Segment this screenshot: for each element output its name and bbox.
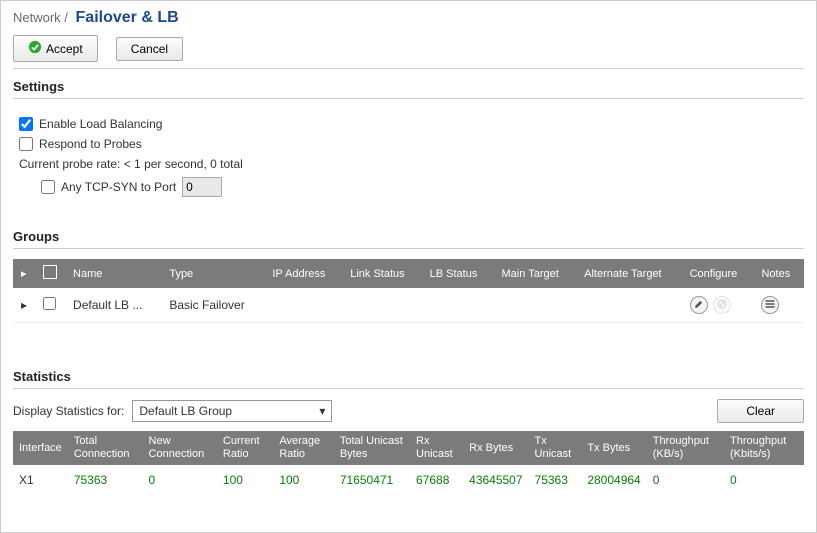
cell-configure (682, 288, 754, 323)
enable-lb-row: Enable Load Balancing (19, 117, 798, 131)
col-tp-kbits: Throughput (Kbits/s) (724, 431, 804, 465)
col-avg-ratio: Average Ratio (273, 431, 334, 465)
cell-name: Default LB ... (65, 288, 161, 323)
cell-total-uni: 71650471 (334, 465, 410, 495)
settings-heading: Settings (13, 79, 804, 99)
col-configure: Configure (682, 259, 754, 288)
respond-probes-checkbox[interactable] (19, 137, 33, 151)
statistics-heading: Statistics (13, 369, 804, 389)
stats-table: Interface Total Connection New Connectio… (13, 431, 804, 495)
clear-label: Clear (746, 404, 775, 418)
cell-lb (422, 288, 494, 323)
row-expand[interactable]: ▸ (13, 288, 35, 323)
cell-rx-bytes: 43645507 (463, 465, 528, 495)
stats-header-row: Interface Total Connection New Connectio… (13, 431, 804, 465)
col-lb-status: LB Status (422, 259, 494, 288)
col-name: Name (65, 259, 161, 288)
notes-button[interactable] (761, 296, 779, 314)
cell-tp-kb: 0 (647, 465, 724, 495)
cell-cur-ratio: 100 (217, 465, 273, 495)
cell-alt (576, 288, 681, 323)
enable-lb-checkbox[interactable] (19, 117, 33, 131)
col-link-status: Link Status (342, 259, 421, 288)
action-bar: Accept Cancel (13, 35, 804, 62)
col-tp-kb: Throughput (KB/s) (647, 431, 724, 465)
display-stats-label: Display Statistics for: (13, 404, 124, 418)
cell-interface: X1 (13, 465, 68, 495)
stats-group-selected: Default LB Group (139, 404, 232, 418)
col-tx-bytes: Tx Bytes (581, 431, 646, 465)
probe-rate-text: Current probe rate: < 1 per second, 0 to… (19, 157, 798, 171)
col-tx-uni: Tx Unicast (529, 431, 582, 465)
page-title: Failover & LB (76, 9, 179, 26)
col-ip: IP Address (264, 259, 342, 288)
clear-button[interactable]: Clear (717, 399, 804, 423)
cell-tx-bytes: 28004964 (581, 465, 646, 495)
cell-link (342, 288, 421, 323)
cancel-label: Cancel (131, 42, 168, 56)
check-circle-icon (28, 40, 42, 57)
edit-button[interactable] (690, 296, 708, 314)
tcp-syn-port-input[interactable] (182, 177, 222, 197)
cancel-button[interactable]: Cancel (116, 37, 183, 61)
respond-probes-row: Respond to Probes (19, 137, 798, 151)
cell-tp-kbits: 0 (724, 465, 804, 495)
col-alt-target: Alternate Target (576, 259, 681, 288)
table-row: ▸ Default LB ... Basic Failover (13, 288, 804, 323)
col-type: Type (161, 259, 264, 288)
cell-tx-uni: 75363 (529, 465, 582, 495)
groups-header-row: ▸ Name Type IP Address Link Status LB St… (13, 259, 804, 288)
cell-rx-uni: 67688 (410, 465, 463, 495)
select-all-checkbox-icon (43, 265, 57, 279)
col-total-conn: Total Connection (68, 431, 143, 465)
settings-block: Enable Load Balancing Respond to Probes … (13, 109, 804, 211)
row-select[interactable] (35, 288, 65, 323)
divider (13, 68, 804, 69)
enable-lb-label: Enable Load Balancing (39, 117, 162, 131)
cell-notes (753, 288, 804, 323)
col-select[interactable] (35, 259, 65, 288)
breadcrumb: Network / Failover & LB (13, 9, 804, 27)
tcp-syn-label: Any TCP-SYN to Port (61, 180, 176, 194)
tcp-syn-checkbox[interactable] (41, 180, 55, 194)
table-row: X1 75363 0 100 100 71650471 67688 436455… (13, 465, 804, 495)
accept-button[interactable]: Accept (13, 35, 98, 62)
tcp-syn-row: Any TCP-SYN to Port (41, 177, 798, 197)
col-notes: Notes (753, 259, 804, 288)
col-interface: Interface (13, 431, 68, 465)
cell-ip (264, 288, 342, 323)
cell-total-conn: 75363 (68, 465, 143, 495)
respond-probes-label: Respond to Probes (39, 137, 142, 151)
cell-main (494, 288, 577, 323)
chevron-right-icon: ▸ (21, 298, 27, 312)
circle-slash-icon (717, 298, 727, 312)
stats-group-select[interactable]: Default LB Group ▾ (132, 400, 332, 422)
disabled-action-button (713, 296, 731, 314)
col-expand[interactable]: ▸ (13, 259, 35, 288)
cell-avg-ratio: 100 (273, 465, 334, 495)
groups-table: ▸ Name Type IP Address Link Status LB St… (13, 259, 804, 323)
breadcrumb-parent[interactable]: Network / (13, 10, 68, 25)
col-rx-uni: Rx Unicast (410, 431, 463, 465)
cell-type: Basic Failover (161, 288, 264, 323)
col-main-target: Main Target (494, 259, 577, 288)
groups-heading: Groups (13, 229, 804, 249)
col-new-conn: New Connection (143, 431, 217, 465)
col-rx-bytes: Rx Bytes (463, 431, 528, 465)
row-checkbox[interactable] (43, 297, 56, 310)
col-total-uni: Total Unicast Bytes (334, 431, 410, 465)
menu-icon (764, 298, 776, 312)
cell-new-conn: 0 (143, 465, 217, 495)
accept-label: Accept (46, 42, 83, 56)
pencil-icon (694, 298, 704, 312)
chevron-down-icon: ▾ (319, 404, 325, 418)
chevron-right-icon: ▸ (21, 268, 27, 280)
stats-controls: Display Statistics for: Default LB Group… (13, 399, 804, 423)
col-cur-ratio: Current Ratio (217, 431, 273, 465)
